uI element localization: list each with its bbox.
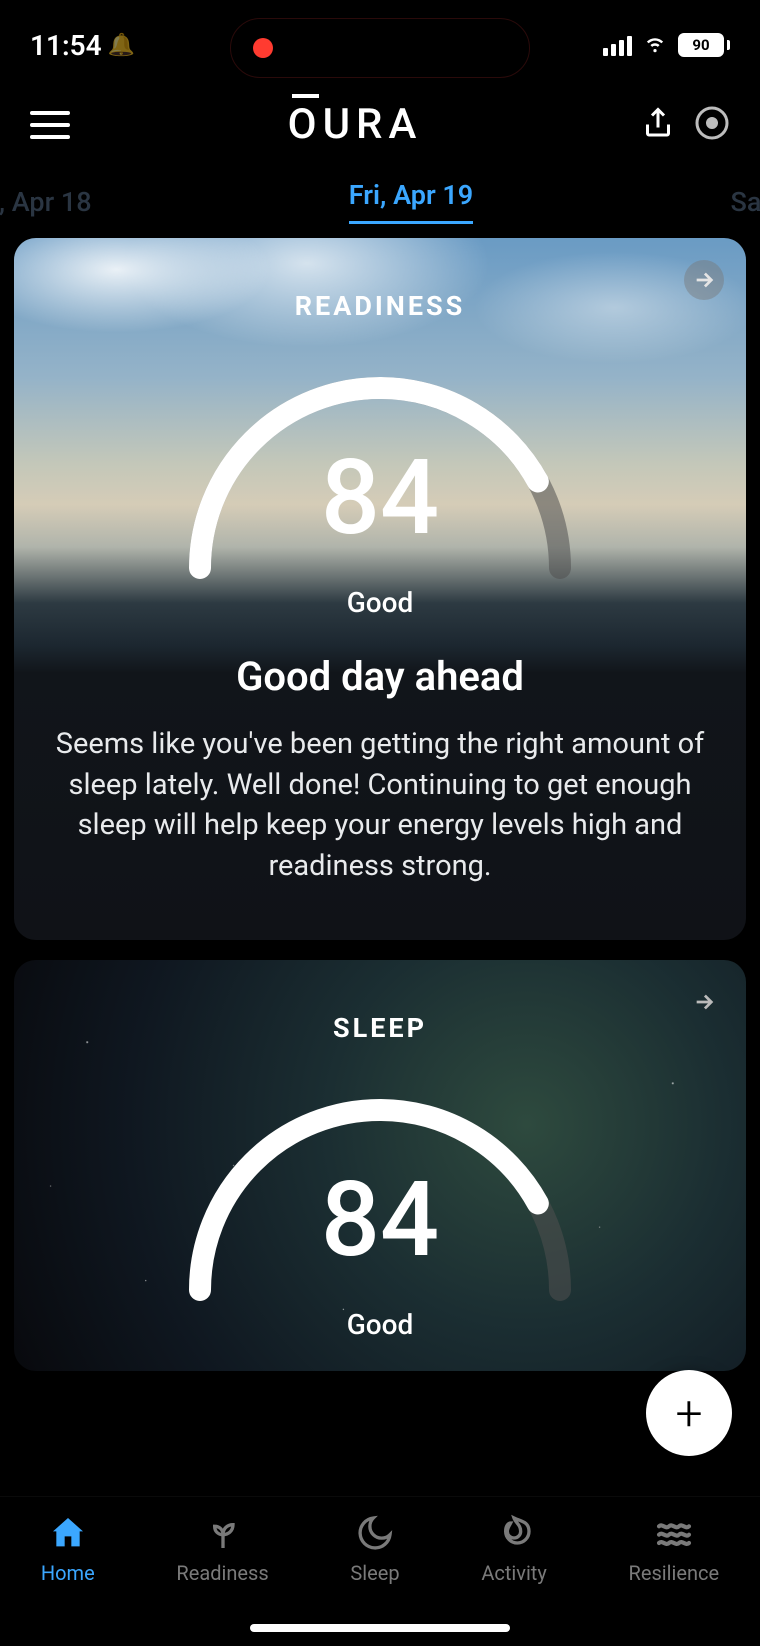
notification-icon: 🔔 [108, 33, 135, 58]
sleep-label: SLEEP [14, 960, 746, 1044]
readiness-score: 84 [160, 438, 600, 559]
battery-level: 90 [678, 33, 724, 57]
nav-activity-label: Activity [481, 1561, 546, 1585]
cellular-signal-icon [603, 34, 632, 56]
chevron-right-icon[interactable] [684, 260, 724, 300]
dynamic-island[interactable] [230, 18, 530, 78]
date-prev[interactable]: u, Apr 18 [0, 186, 92, 218]
nav-resilience[interactable]: Resilience [629, 1513, 720, 1585]
sleep-score-word: Good [14, 1308, 746, 1341]
sleep-gauge: 84 [160, 1070, 600, 1310]
header-actions [640, 105, 730, 145]
nav-readiness-label: Readiness [176, 1561, 268, 1585]
nav-sleep[interactable]: Sleep [350, 1513, 399, 1585]
nav-activity[interactable]: Activity [481, 1513, 546, 1585]
nav-home[interactable]: Home [41, 1513, 95, 1585]
readiness-card[interactable]: READINESS 84 Good Good day ahead Seems l… [14, 238, 746, 940]
wifi-icon [642, 29, 668, 61]
readiness-headline: Good day ahead [14, 653, 746, 700]
date-active[interactable]: Fri, Apr 19 [349, 179, 473, 224]
moon-icon [355, 1513, 395, 1553]
nav-readiness[interactable]: Readiness [176, 1513, 268, 1585]
waves-icon [654, 1513, 694, 1553]
nav-resilience-label: Resilience [629, 1561, 720, 1585]
readiness-gauge: 84 [160, 348, 600, 588]
home-indicator[interactable] [250, 1624, 510, 1632]
app-header: OURA [0, 80, 760, 169]
battery-indicator: 90 [678, 33, 730, 57]
sleep-card[interactable]: SLEEP 84 Good [14, 960, 746, 1371]
nav-home-label: Home [41, 1561, 95, 1585]
home-icon [48, 1513, 88, 1553]
readiness-score-word: Good [14, 586, 746, 619]
nav-sleep-label: Sleep [350, 1561, 399, 1585]
share-icon[interactable] [640, 105, 676, 145]
date-next[interactable]: Sat, Ap [730, 186, 760, 218]
recording-indicator-icon [253, 38, 273, 58]
add-button[interactable]: + [646, 1370, 732, 1456]
clock-time: 11:54 [30, 29, 102, 62]
readiness-label: READINESS [14, 238, 746, 322]
readiness-body: Seems like you've been getting the right… [14, 724, 746, 940]
sleep-score: 84 [160, 1160, 600, 1281]
flame-icon [494, 1513, 534, 1553]
brand-logo: OURA [288, 100, 423, 149]
sprout-icon [203, 1513, 243, 1553]
menu-button[interactable] [30, 111, 70, 139]
ring-status-icon[interactable] [694, 105, 730, 145]
status-bar: 11:54 🔔 90 [0, 0, 760, 80]
status-left: 11:54 🔔 [30, 29, 135, 62]
status-right: 90 [603, 29, 730, 61]
cards-container: READINESS 84 Good Good day ahead Seems l… [0, 238, 760, 1371]
date-selector[interactable]: u, Apr 18 Fri, Apr 19 Sat, Ap [0, 169, 760, 238]
